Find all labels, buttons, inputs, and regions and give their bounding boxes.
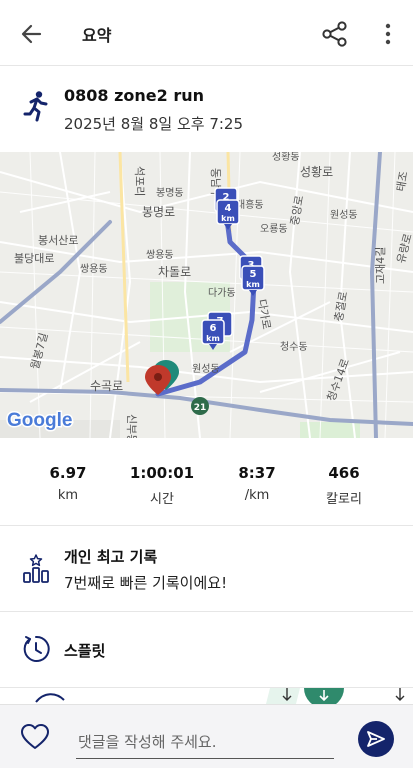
- splits-title: 스플릿: [64, 642, 106, 660]
- stat-pace-value: 8:37: [238, 464, 276, 482]
- activity-name: 0808 zone2 run: [64, 86, 205, 105]
- stat-calories-value: 466: [328, 464, 360, 482]
- personal-best-section[interactable]: 개인 최고 기록 7번째로 빠른 기록이에요!: [0, 526, 413, 612]
- stat-duration: 1:00:01 시간: [112, 464, 212, 507]
- svg-text:6: 6: [210, 323, 217, 334]
- trophy-chart-icon: [22, 554, 50, 584]
- svg-text:km: km: [221, 214, 235, 223]
- stat-distance-value: 6.97: [49, 464, 87, 482]
- svg-text:쌍용동: 쌍용동: [80, 263, 108, 275]
- activity-header: 0808 zone2 run 2025년 8월 8일 오후 7:25: [0, 66, 413, 152]
- comment-bar: [0, 704, 413, 768]
- heart-outline-icon[interactable]: [20, 723, 50, 751]
- svg-text:석포리: 석포리: [133, 166, 146, 196]
- comment-input[interactable]: [76, 725, 334, 759]
- svg-text:수곡로: 수곡로: [90, 379, 123, 393]
- route-map[interactable]: 성황동 성황로 봉명동 대흥동 원성동 봉명로 오룡동 쌍용동 차돌로 다가동 …: [0, 152, 413, 438]
- svg-text:4: 4: [225, 203, 232, 214]
- timer-refresh-icon: [22, 634, 50, 664]
- svg-text:고재4길: 고재4길: [374, 247, 387, 284]
- svg-text:km: km: [246, 280, 260, 289]
- back-arrow-icon[interactable]: [18, 20, 46, 48]
- stat-duration-value: 1:00:01: [129, 464, 195, 482]
- stat-duration-unit: 시간: [150, 492, 174, 507]
- svg-text:쌍용동: 쌍용동: [146, 249, 174, 261]
- more-options-icon[interactable]: [378, 20, 398, 48]
- send-icon: [367, 731, 385, 747]
- running-person-icon: [22, 90, 50, 122]
- stat-distance: 6.97 km: [18, 464, 118, 503]
- svg-text:km: km: [206, 334, 220, 343]
- svg-text:차돌로: 차돌로: [158, 265, 191, 279]
- stat-calories: 466 칼로리: [294, 464, 394, 507]
- svg-text:원성동: 원성동: [192, 363, 220, 375]
- send-button[interactable]: [358, 721, 394, 757]
- stat-pace-unit: /km: [244, 488, 270, 503]
- activity-datetime: 2025년 8월 8일 오후 7:25: [64, 115, 244, 133]
- page-title: 요약: [82, 26, 112, 45]
- svg-text:봉명동: 봉명동: [156, 187, 184, 199]
- stat-calories-unit: 칼로리: [326, 492, 362, 507]
- svg-text:다가동: 다가동: [208, 287, 236, 299]
- personal-best-title: 개인 최고 기록: [64, 548, 158, 566]
- personal-best-subtitle: 7번째로 빠른 기록이에요!: [64, 574, 228, 592]
- share-icon[interactable]: [320, 20, 350, 48]
- svg-text:불당대로: 불당대로: [14, 252, 54, 265]
- stat-pace: 8:37 /km: [207, 464, 307, 503]
- svg-text:신부동: 신부동: [125, 414, 138, 438]
- stat-distance-unit: km: [57, 488, 79, 503]
- svg-text:오룡동: 오룡동: [260, 223, 288, 235]
- svg-text:대흥동: 대흥동: [236, 198, 264, 211]
- svg-text:성황동: 성황동: [272, 152, 300, 163]
- svg-text:봉명로: 봉명로: [142, 205, 175, 219]
- svg-text:성황로: 성황로: [300, 165, 333, 179]
- svg-text:청수동: 청수동: [280, 341, 308, 353]
- svg-text:21: 21: [194, 403, 207, 413]
- stats-row: 6.97 km 1:00:01 시간 8:37 /km 466 칼로리: [0, 438, 413, 526]
- next-section-peek: [0, 688, 413, 704]
- splits-section[interactable]: 스플릿: [0, 612, 413, 688]
- svg-text:Google: Google: [7, 410, 72, 431]
- app-bar: 요약: [0, 0, 413, 66]
- svg-text:원성동: 원성동: [330, 209, 358, 221]
- svg-text:5: 5: [250, 269, 257, 280]
- svg-text:봉서산로: 봉서산로: [38, 234, 78, 247]
